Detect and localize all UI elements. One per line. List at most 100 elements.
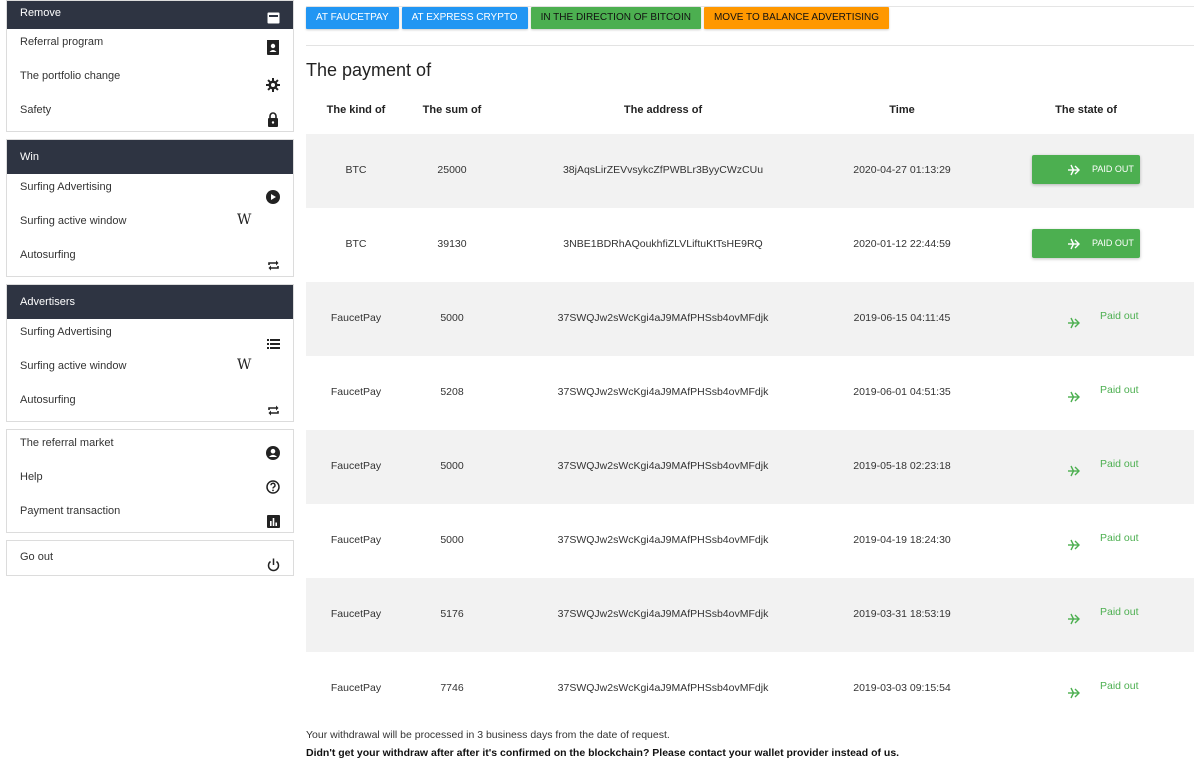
sidebar-item-label: Autosurfing [20,394,76,406]
column-header-kind: The kind of [326,104,386,116]
cell-time: 2019-03-31 18:53:19 [853,608,951,620]
cell-time: 2019-05-18 02:23:18 [853,460,951,472]
paid-arrow-icon [1066,464,1082,481]
paid-out-status: Paid out [1066,458,1146,478]
cell-address: 38jAqsLirZEVvsykcZfPWBLr3ByyCWzCUu [562,164,764,176]
cell-kind: FaucetPay [330,460,382,472]
sidebar-logout-group: Go out [6,540,294,576]
sidebar-item-label: Referral program [20,36,104,48]
cell-time: 2019-03-03 09:15:54 [853,682,951,694]
sidebar-item-referral-program[interactable]: Referral program [7,29,293,63]
tab-express-crypto[interactable]: AT EXPRESS CRYPTO [401,7,528,29]
payments-table-body: BTC 25000 38jAqsLirZEVvsykcZfPWBLr3ByyCWzC… [306,134,1194,726]
sidebar-item-go-out[interactable]: Go out [7,541,293,575]
table-row: FaucetPay 5208 37SWQJw2sWcKgi4aJ9MAfPHSsb4… [306,356,1194,430]
tab-balance-advertising[interactable]: MOVE TO BALANCE ADVERTISING [703,7,890,29]
page-title: The payment of [306,60,432,80]
lock-icon [266,111,280,127]
repeat-icon [266,258,280,272]
card-icon [266,11,280,25]
cell-kind: FaucetPay [330,534,382,546]
state-label: Paid out [1100,680,1139,692]
column-header-state: The state of [1055,104,1117,116]
column-header-time: Time [889,104,915,116]
cell-sum: 5000 [440,460,464,472]
table-row: FaucetPay 5176 37SWQJw2sWcKgi4aJ9MAfPHSsb4… [306,578,1194,652]
sidebar-item-portfolio-change[interactable]: The portfolio change [7,63,293,97]
cell-address: 37SWQJw2sWcKgi4aJ9MAfPHSsb4ovMFdjk [557,460,769,472]
sidebar-advertisers-group: Advertisers Surfing Advertising Surfing … [6,284,294,422]
sidebar-item-payment-transaction[interactable]: Payment transaction [7,498,293,532]
cell-sum: 5000 [440,312,464,324]
sidebar-item-label: Surfing active window [20,215,127,227]
state-label: PAID OUT [1092,164,1134,174]
cell-kind: BTC [345,164,367,176]
cell-time: 2020-04-27 01:13:29 [853,164,951,176]
cell-kind: FaucetPay [330,682,382,694]
table-row: FaucetPay 5000 37SWQJw2sWcKgi4aJ9MAfPHSsb4… [306,282,1194,356]
paid-arrow-icon [1066,163,1082,179]
cell-address: 3NBE1BDRhAQoukhfiZLVLiftuKtTsHE9RQ [563,238,763,250]
processing-note: Your withdrawal will be processed in 3 b… [306,729,670,741]
cell-sum: 25000 [437,164,467,176]
state-label: PAID OUT [1092,238,1134,248]
sidebar-item-adv-surfing-advertising[interactable]: Surfing Advertising [7,319,293,353]
state-label: Paid out [1100,310,1139,322]
withdraw-destination-tabs: AT FAUCETPAY AT EXPRESS CRYPTO IN THE DI… [306,7,890,29]
repeat-icon [266,403,280,417]
column-header-address: The address of [623,104,703,116]
table-row: FaucetPay 7746 37SWQJw2sWcKgi4aJ9MAfPHSsb4… [306,652,1194,726]
cell-address: 37SWQJw2sWcKgi4aJ9MAfPHSsb4ovMFdjk [557,608,769,620]
sidebar-item-label: Payment transaction [20,505,121,517]
sidebar-item-safety[interactable]: Safety [7,97,293,131]
cell-sum: 7746 [440,682,464,694]
cell-sum: 39130 [437,238,467,250]
wikipedia-icon: W [237,212,252,228]
paid-out-status: Paid out [1066,532,1146,552]
paid-out-status: Paid out [1066,680,1146,700]
sidebar-section-title: Advertisers [7,285,293,319]
sidebar-item-label: The portfolio change [20,70,121,82]
table-header: The kind of The sum of The address of Ti… [306,96,1194,126]
cell-address: 37SWQJw2sWcKgi4aJ9MAfPHSsb4ovMFdjk [557,682,769,694]
gear-icon [266,78,280,92]
wikipedia-icon: W [237,357,252,373]
sidebar-win-group: Win Surfing Advertising Surfing active w… [6,139,294,277]
cell-time: 2020-01-12 22:44:59 [853,238,951,250]
paid-out-status: Paid out [1066,384,1146,404]
sidebar-item-adv-autosurfing[interactable]: Autosurfing [7,387,293,421]
contact-book-icon [266,39,280,55]
paid-arrow-icon [1066,612,1082,629]
paid-out-button[interactable]: PAID OUT [1032,229,1140,258]
paid-out-status: Paid out [1066,310,1146,330]
sidebar-item-surfing-active-window[interactable]: Surfing active window W [7,208,293,242]
sidebar-tools-group: The referral market Help Payment transac… [6,429,294,533]
sidebar-item-referral-market[interactable]: The referral market [7,430,293,464]
sidebar: Remove Referral program The portfolio ch… [6,0,294,576]
paid-out-button[interactable]: PAID OUT [1032,155,1140,184]
tab-faucetpay[interactable]: AT FAUCETPAY [306,7,399,29]
sidebar-item-label: Surfing Advertising [20,326,112,338]
sidebar-item-autosurfing[interactable]: Autosurfing [7,242,293,276]
table-row: BTC 25000 38jAqsLirZEVvsykcZfPWBLr3ByyCWzC… [306,134,1194,208]
list-icon [266,337,280,351]
paid-arrow-icon [1066,686,1082,703]
sidebar-item-label: Surfing Advertising [20,181,112,193]
sidebar-item-adv-surfing-active-window[interactable]: Surfing active window W [7,353,293,387]
sidebar-item-surfing-advertising[interactable]: Surfing Advertising [7,174,293,208]
sidebar-item-remove[interactable]: Remove [7,1,293,29]
cell-kind: FaucetPay [330,608,382,620]
cell-time: 2019-04-19 18:24:30 [853,534,951,546]
paid-arrow-icon [1066,237,1082,253]
sidebar-section-title: Win [7,140,293,174]
state-label: Paid out [1100,606,1139,618]
cell-time: 2019-06-15 04:11:45 [853,312,951,324]
sidebar-item-help[interactable]: Help [7,464,293,498]
tab-bitcoin[interactable]: IN THE DIRECTION OF BITCOIN [530,7,701,29]
sidebar-item-label: Help [20,471,43,483]
table-row: FaucetPay 5000 37SWQJw2sWcKgi4aJ9MAfPHSsb4… [306,504,1194,578]
state-label: Paid out [1100,532,1139,544]
paid-arrow-icon [1066,538,1082,555]
sidebar-item-label: Go out [20,551,54,563]
cell-time: 2019-06-01 04:51:35 [853,386,951,398]
